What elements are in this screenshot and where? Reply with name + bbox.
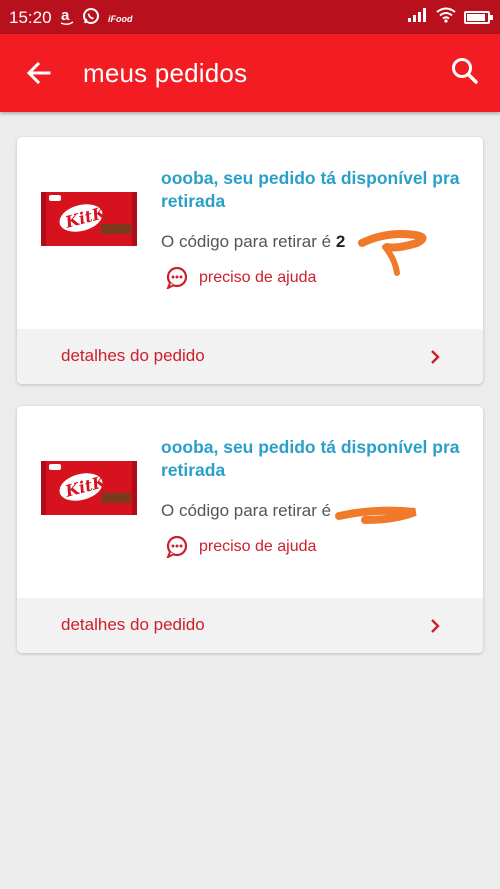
order-details-label: detalhes do pedido bbox=[61, 346, 205, 365]
page-title: meus pedidos bbox=[83, 58, 248, 88]
product-image-kitkat: KitKat bbox=[41, 192, 137, 246]
app-bar: meus pedidos bbox=[0, 34, 500, 112]
search-icon bbox=[452, 58, 478, 84]
battery-icon bbox=[464, 11, 493, 24]
help-label: preciso de ajuda bbox=[199, 269, 317, 286]
order-details-label: detalhes do pedido bbox=[61, 615, 205, 634]
wifi-icon bbox=[436, 7, 456, 28]
help-button[interactable]: preciso de ajuda bbox=[165, 536, 316, 558]
whatsapp-icon bbox=[82, 7, 100, 30]
pickup-code-value: 2 bbox=[335, 232, 346, 251]
pickup-code: O código para retirar é 2 bbox=[161, 232, 345, 252]
chat-bubble-icon bbox=[166, 536, 188, 558]
redaction-scribble bbox=[335, 506, 417, 524]
order-status-headline: oooba, seu pedido tá disponível pra reti… bbox=[161, 437, 460, 480]
redaction-scribble bbox=[358, 230, 427, 276]
product-image-kitkat: KitKat bbox=[41, 461, 137, 515]
order-card: KitKat oooba, seu pedido tá disponível p… bbox=[17, 137, 483, 384]
chat-bubble-icon bbox=[166, 267, 188, 289]
order-status-headline: oooba, seu pedido tá disponível pra reti… bbox=[161, 168, 460, 211]
chevron-right-icon bbox=[431, 619, 440, 633]
help-label: preciso de ajuda bbox=[199, 538, 317, 555]
notification-icons: a iFood bbox=[60, 6, 133, 31]
status-bar: 15:20 a iFood bbox=[0, 0, 500, 34]
chevron-right-icon bbox=[431, 350, 440, 364]
pickup-code-label: O código para retirar é bbox=[161, 232, 332, 251]
back-button[interactable] bbox=[22, 56, 56, 90]
ifood-icon: iFood bbox=[108, 13, 133, 24]
svg-text:a: a bbox=[61, 7, 70, 24]
help-button[interactable]: preciso de ajuda bbox=[165, 267, 316, 289]
pickup-code-label: O código para retirar é bbox=[161, 501, 332, 520]
pickup-code: O código para retirar é bbox=[161, 501, 331, 521]
search-button[interactable] bbox=[448, 54, 482, 88]
arrow-left-icon bbox=[26, 61, 51, 85]
order-details-link[interactable]: detalhes do pedido bbox=[17, 329, 483, 384]
order-card: KitKat oooba, seu pedido tá disponível p… bbox=[17, 406, 483, 653]
order-details-link[interactable]: detalhes do pedido bbox=[17, 598, 483, 653]
signal-icon bbox=[408, 8, 428, 27]
amazon-icon: a bbox=[60, 6, 74, 31]
status-time: 15:20 bbox=[9, 8, 52, 27]
